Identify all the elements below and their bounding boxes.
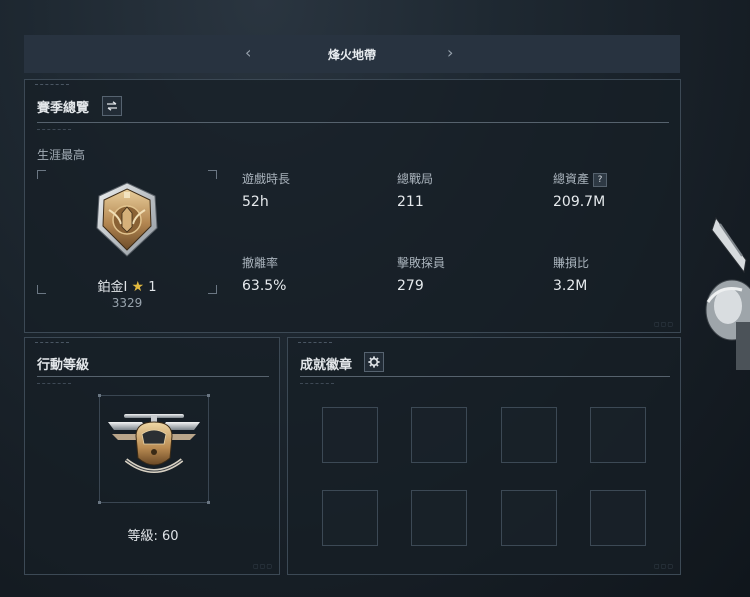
platinum-rank-emblem-icon — [96, 182, 158, 257]
stat-label: 總資產 — [553, 172, 590, 186]
action-level-panel: 行動等級 等級: 60 ▢▢▢ — [24, 337, 280, 575]
rank-points: 3329 — [111, 296, 143, 310]
season-selector-bar: ‹ 烽火地帶 › — [24, 35, 680, 73]
rank-card: 鉑金I ★ 1 3329 — [37, 170, 217, 310]
stat-total-matches: 總戰局 211 — [397, 170, 433, 210]
star-icon: ★ — [131, 279, 145, 295]
help-icon[interactable]: ? — [593, 173, 608, 187]
decor-tick — [300, 383, 334, 385]
badge-slot[interactable] — [501, 407, 557, 463]
decor-dots: ▢▢▢ — [653, 321, 674, 328]
badge-slot[interactable] — [322, 490, 378, 546]
decor-tick — [35, 84, 69, 86]
season-overview-title: 賽季總覽 — [37, 101, 90, 116]
season-selector-title: 烽火地帶 — [327, 47, 376, 62]
action-emblem-frame — [98, 394, 210, 504]
stat-value: 3.2M — [553, 278, 588, 294]
season-overview-panel: 賽季總覽 生涯最高 鉑金I ★ 1 3329 遊戲時長 52h 總戰局 211 … — [24, 79, 681, 333]
stat-label: 總戰局 — [397, 172, 434, 186]
badge-slot[interactable] — [590, 490, 646, 546]
decor-tick — [35, 342, 69, 344]
rank-stars: 1 — [148, 280, 157, 295]
level-value: 60 — [161, 529, 179, 544]
stat-value: 52h — [242, 194, 269, 210]
action-level-title: 行動等級 — [37, 358, 90, 373]
action-level-line: 等級: 60 — [25, 525, 281, 544]
stat-label: 擊敗探員 — [397, 256, 446, 270]
stat-value: 63.5% — [242, 278, 287, 294]
level-label: 等級: — [127, 529, 158, 544]
decor-tick — [298, 342, 332, 344]
decor-tick — [37, 383, 71, 385]
helicopter-emblem-icon — [108, 414, 200, 473]
achievement-badges-title: 成就徽章 — [300, 358, 353, 373]
swap-arrows-icon[interactable] — [102, 96, 122, 116]
career-best-label: 生涯最高 — [37, 148, 86, 162]
rank-tier: 鉑金I — [97, 280, 128, 295]
badge-slot[interactable] — [501, 490, 557, 546]
stat-operators-defeated: 擊敗探員 279 — [397, 254, 445, 294]
operator-character-image — [705, 216, 750, 370]
stat-value: 209.7M — [553, 194, 606, 210]
stat-label: 遊戲時長 — [242, 172, 291, 186]
title-divider — [300, 376, 670, 377]
stat-extraction-rate: 撤離率 63.5% — [242, 254, 286, 294]
chevron-left-icon[interactable]: ‹ — [245, 44, 251, 62]
decor-dots: ▢▢▢ — [252, 563, 273, 570]
decor-tick — [37, 129, 71, 131]
badge-slot[interactable] — [590, 407, 646, 463]
achievement-badges-panel: 成就徽章 ▢▢▢ — [287, 337, 681, 575]
badge-slot[interactable] — [322, 407, 378, 463]
stat-play-time: 遊戲時長 52h — [242, 170, 290, 210]
stat-value: 279 — [397, 278, 424, 294]
stat-label: 撤離率 — [242, 256, 279, 270]
gear-icon[interactable] — [364, 352, 384, 372]
rank-tier-line: 鉑金I ★ 1 — [37, 276, 217, 295]
stat-profit-loss: 賺損比 3.2M — [553, 254, 589, 294]
stat-total-assets: 總資產? 209.7M — [553, 170, 608, 210]
chevron-right-icon[interactable]: › — [447, 44, 453, 62]
title-divider — [37, 376, 269, 377]
decor-dots: ▢▢▢ — [653, 563, 674, 570]
badge-slot[interactable] — [411, 490, 467, 546]
title-divider — [37, 122, 669, 123]
badge-slot[interactable] — [411, 407, 467, 463]
stat-value: 211 — [397, 194, 424, 210]
stat-label: 賺損比 — [553, 256, 590, 270]
